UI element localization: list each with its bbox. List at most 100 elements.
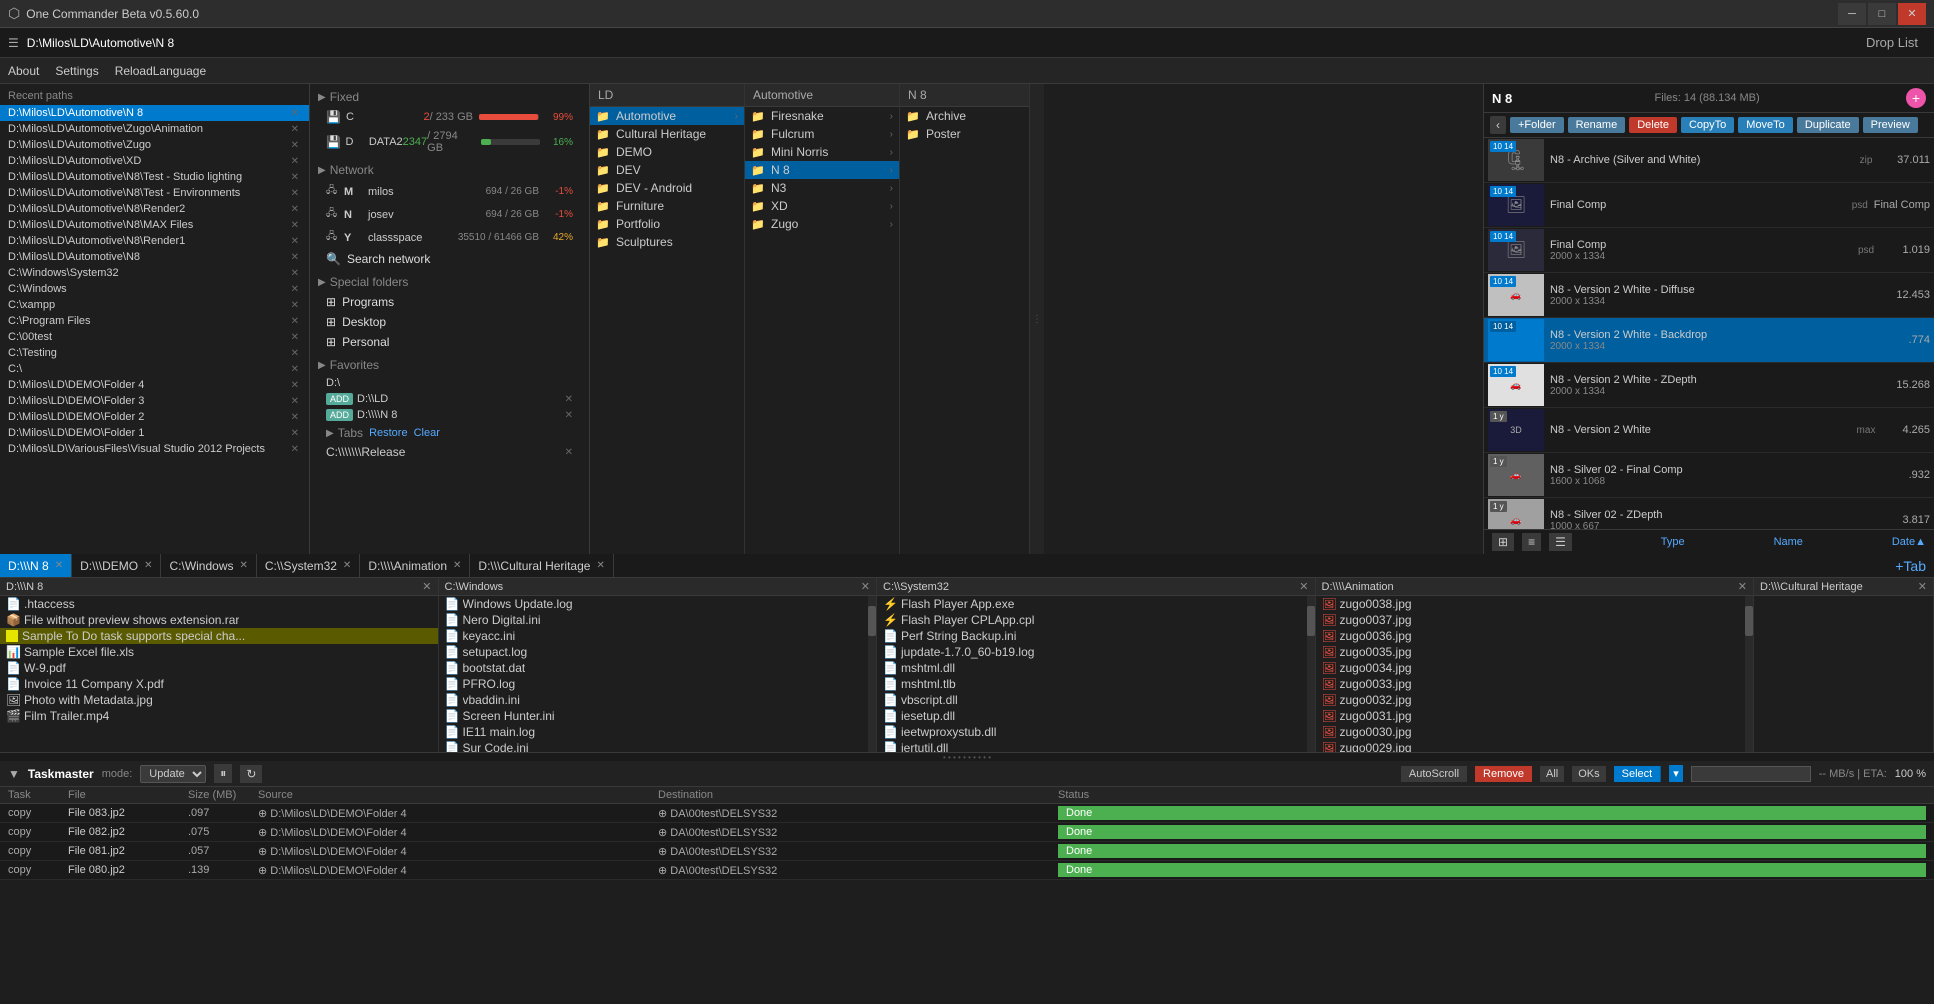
fp-anim-5[interactable]: 🖼 zugo0033.jpg xyxy=(1316,676,1746,692)
remove-path-14[interactable]: ✕ xyxy=(289,332,301,343)
fp-file-rar[interactable]: 📦 File without preview shows extension.r… xyxy=(0,612,438,628)
fp-sys-8[interactable]: 📄 ieetwproxystub.dll xyxy=(877,724,1307,740)
fp-win-2[interactable]: 📄 keyacc.ini xyxy=(439,628,869,644)
tab-close-d-animation[interactable]: ✕ xyxy=(453,560,461,571)
remove-path-15[interactable]: ✕ xyxy=(289,348,301,359)
taskmaster-pause-button[interactable]: ⏸ xyxy=(214,764,232,783)
fp-sys-9[interactable]: 📄 iertutil.dll xyxy=(877,740,1307,752)
taskmaster-refresh-button[interactable]: ↻ xyxy=(240,765,262,783)
special-programs[interactable]: ⊞ Programs xyxy=(310,292,589,312)
fp-anim-3[interactable]: 🖼 zugo0035.jpg xyxy=(1316,644,1746,660)
recent-path-0[interactable]: D:\Milos\LD\Automotive\N 8 ✕ xyxy=(0,105,309,121)
remove-path-5[interactable]: ✕ xyxy=(289,188,301,199)
remove-path-10[interactable]: ✕ xyxy=(289,268,301,279)
add-folder-button[interactable]: +Folder xyxy=(1510,117,1564,133)
rename-button[interactable]: Rename xyxy=(1568,117,1626,133)
sys32-scrollbar[interactable] xyxy=(1307,596,1315,752)
tabs-clear[interactable]: Clear xyxy=(414,427,440,439)
fp-win-6[interactable]: 📄 vbaddin.ini xyxy=(439,692,869,708)
file-entry-automotive[interactable]: 📁 Automotive › xyxy=(590,107,744,125)
recent-path-15[interactable]: C:\Testing ✕ xyxy=(0,345,309,361)
fp-anim-6[interactable]: 🖼 zugo0032.jpg xyxy=(1316,692,1746,708)
taskmaster-toggle[interactable]: ▼ xyxy=(8,767,20,781)
tab-d-cultural[interactable]: D:\\\Cultural Heritage ✕ xyxy=(470,554,613,578)
menu-settings[interactable]: Settings xyxy=(55,64,98,78)
taskmaster-filter-input[interactable] xyxy=(1691,766,1811,782)
network-m[interactable]: 🖧 M milos 694 / 26 GB -1% xyxy=(310,180,589,203)
copy-to-button[interactable]: CopyTo xyxy=(1681,117,1734,133)
remove-path-1[interactable]: ✕ xyxy=(289,124,301,135)
file-entry-n8[interactable]: 📁 N 8 › xyxy=(745,161,899,179)
special-personal[interactable]: ⊞ Personal xyxy=(310,332,589,352)
network-n[interactable]: 🖧 N josev 694 / 26 GB -1% xyxy=(310,203,589,226)
add-tab-button[interactable]: +Tab xyxy=(1887,558,1934,574)
recent-path-2[interactable]: D:\Milos\LD\Automotive\Zugo ✕ xyxy=(0,137,309,153)
file-entry-dev[interactable]: 📁 DEV xyxy=(590,161,744,179)
file-panel-d-n8-close[interactable]: ✕ xyxy=(422,580,431,593)
fp-sys-7[interactable]: 📄 iesetup.dll xyxy=(877,708,1307,724)
fp-anim-2[interactable]: 🖼 zugo0036.jpg xyxy=(1316,628,1746,644)
search-network[interactable]: 🔍 Search network xyxy=(310,249,589,269)
fp-sys-6[interactable]: 📄 vbscript.dll xyxy=(877,692,1307,708)
view-detail-button[interactable]: ☰ xyxy=(1549,533,1572,551)
minimize-button[interactable]: ─ xyxy=(1838,3,1866,25)
sort-date[interactable]: Date▲ xyxy=(1892,536,1926,548)
rp-file-6[interactable]: 1 y 3D N8 - Version 2 White max 4.265 xyxy=(1484,408,1934,453)
file-entry-sculptures[interactable]: 📁 Sculptures xyxy=(590,233,744,251)
recent-path-21[interactable]: D:\Milos\LD\VariousFiles\Visual Studio 2… xyxy=(0,441,309,457)
recent-path-10[interactable]: C:\Windows\System32 ✕ xyxy=(0,265,309,281)
fp-anim-4[interactable]: 🖼 zugo0034.jpg xyxy=(1316,660,1746,676)
remove-path-0[interactable]: ✕ xyxy=(289,108,301,119)
fp-anim-1[interactable]: 🖼 zugo0037.jpg xyxy=(1316,612,1746,628)
fp-sys-2[interactable]: 📄 Perf String Backup.ini xyxy=(877,628,1307,644)
saved-tab-close-0[interactable]: ✕ xyxy=(565,447,573,458)
maximize-button[interactable]: □ xyxy=(1868,3,1896,25)
taskmaster-autoscroll-button[interactable]: AutoScroll xyxy=(1401,766,1467,782)
file-entry-cultural[interactable]: 📁 Cultural Heritage xyxy=(590,125,744,143)
rp-file-4[interactable]: 10 14 N8 - Version 2 White - Backdrop 20… xyxy=(1484,318,1934,363)
fp-sys-4[interactable]: 📄 mshtml.dll xyxy=(877,660,1307,676)
tab-c-sys32[interactable]: C:\\System32 ✕ xyxy=(257,554,360,578)
fp-file-htaccess[interactable]: 📄 .htaccess xyxy=(0,596,438,612)
taskmaster-all-button[interactable]: All xyxy=(1540,766,1564,782)
menu-about[interactable]: About xyxy=(8,64,39,78)
sort-type[interactable]: Type xyxy=(1661,536,1685,548)
network-y[interactable]: 🖧 Y classspace 35510 / 61466 GB 42% xyxy=(310,226,589,249)
special-desktop[interactable]: ⊞ Desktop xyxy=(310,312,589,332)
fp-win-4[interactable]: 📄 bootstat.dat xyxy=(439,660,869,676)
remove-path-17[interactable]: ✕ xyxy=(289,380,301,391)
file-entry-dev-android[interactable]: 📁 DEV - Android xyxy=(590,179,744,197)
fp-win-9[interactable]: 📄 Sur Code.ini xyxy=(439,740,869,752)
rp-file-1[interactable]: 10 14 🖼 Final Comp psd Final Comp xyxy=(1484,183,1934,228)
rp-file-2[interactable]: 10 14 🖼 Final Comp 2000 x 1334 psd 1.019 xyxy=(1484,228,1934,273)
tm-row-2[interactable]: copy File 081.jp2 .057 ⊕ D:\Milos\LD\DEM… xyxy=(0,842,1934,861)
recent-path-3[interactable]: D:\Milos\LD\Automotive\XD ✕ xyxy=(0,153,309,169)
delete-button[interactable]: Delete xyxy=(1629,117,1677,133)
file-entry-zugo[interactable]: 📁 Zugo › xyxy=(745,215,899,233)
tm-row-1[interactable]: copy File 082.jp2 .075 ⊕ D:\Milos\LD\DEM… xyxy=(0,823,1934,842)
taskmaster-select-arrow[interactable]: ▾ xyxy=(1669,765,1683,782)
recent-path-8[interactable]: D:\Milos\LD\Automotive\N8\Render1 ✕ xyxy=(0,233,309,249)
recent-path-14[interactable]: C:\00test ✕ xyxy=(0,329,309,345)
view-list-button[interactable]: ≡ xyxy=(1522,533,1541,551)
file-entry-furniture[interactable]: 📁 Furniture xyxy=(590,197,744,215)
remove-path-11[interactable]: ✕ xyxy=(289,284,301,295)
recent-path-13[interactable]: C:\Program Files ✕ xyxy=(0,313,309,329)
tab-d-demo[interactable]: D:\\\DEMO ✕ xyxy=(72,554,161,578)
fp-anim-8[interactable]: 🖼 zugo0030.jpg xyxy=(1316,724,1746,740)
close-button[interactable]: ✕ xyxy=(1898,3,1926,25)
file-entry-demo[interactable]: 📁 DEMO xyxy=(590,143,744,161)
drop-list-label[interactable]: Drop List xyxy=(1866,35,1926,50)
file-entry-xd[interactable]: 📁 XD › xyxy=(745,197,899,215)
saved-tab-0[interactable]: C:\\\\\\\Release ✕ xyxy=(310,443,589,461)
fav-close-1[interactable]: ✕ xyxy=(565,394,573,405)
drive-d[interactable]: 💾 D DATA2 2347 / 2794 GB 16% xyxy=(310,127,589,157)
fp-file-photo[interactable]: 🖼 Photo with Metadata.jpg xyxy=(0,692,438,708)
recent-path-1[interactable]: D:\Milos\LD\Automotive\Zugo\Animation ✕ xyxy=(0,121,309,137)
file-entry-fulcrum[interactable]: 📁 Fulcrum › xyxy=(745,125,899,143)
tab-close-c-windows[interactable]: ✕ xyxy=(240,560,248,571)
tab-d-n8[interactable]: D:\\\N 8 ✕ xyxy=(0,554,72,578)
column-resize-handle[interactable]: ⋮ xyxy=(1030,84,1044,554)
rp-file-3[interactable]: 10 14 🚗 N8 - Version 2 White - Diffuse 2… xyxy=(1484,273,1934,318)
tab-close-c-sys32[interactable]: ✕ xyxy=(343,560,351,571)
